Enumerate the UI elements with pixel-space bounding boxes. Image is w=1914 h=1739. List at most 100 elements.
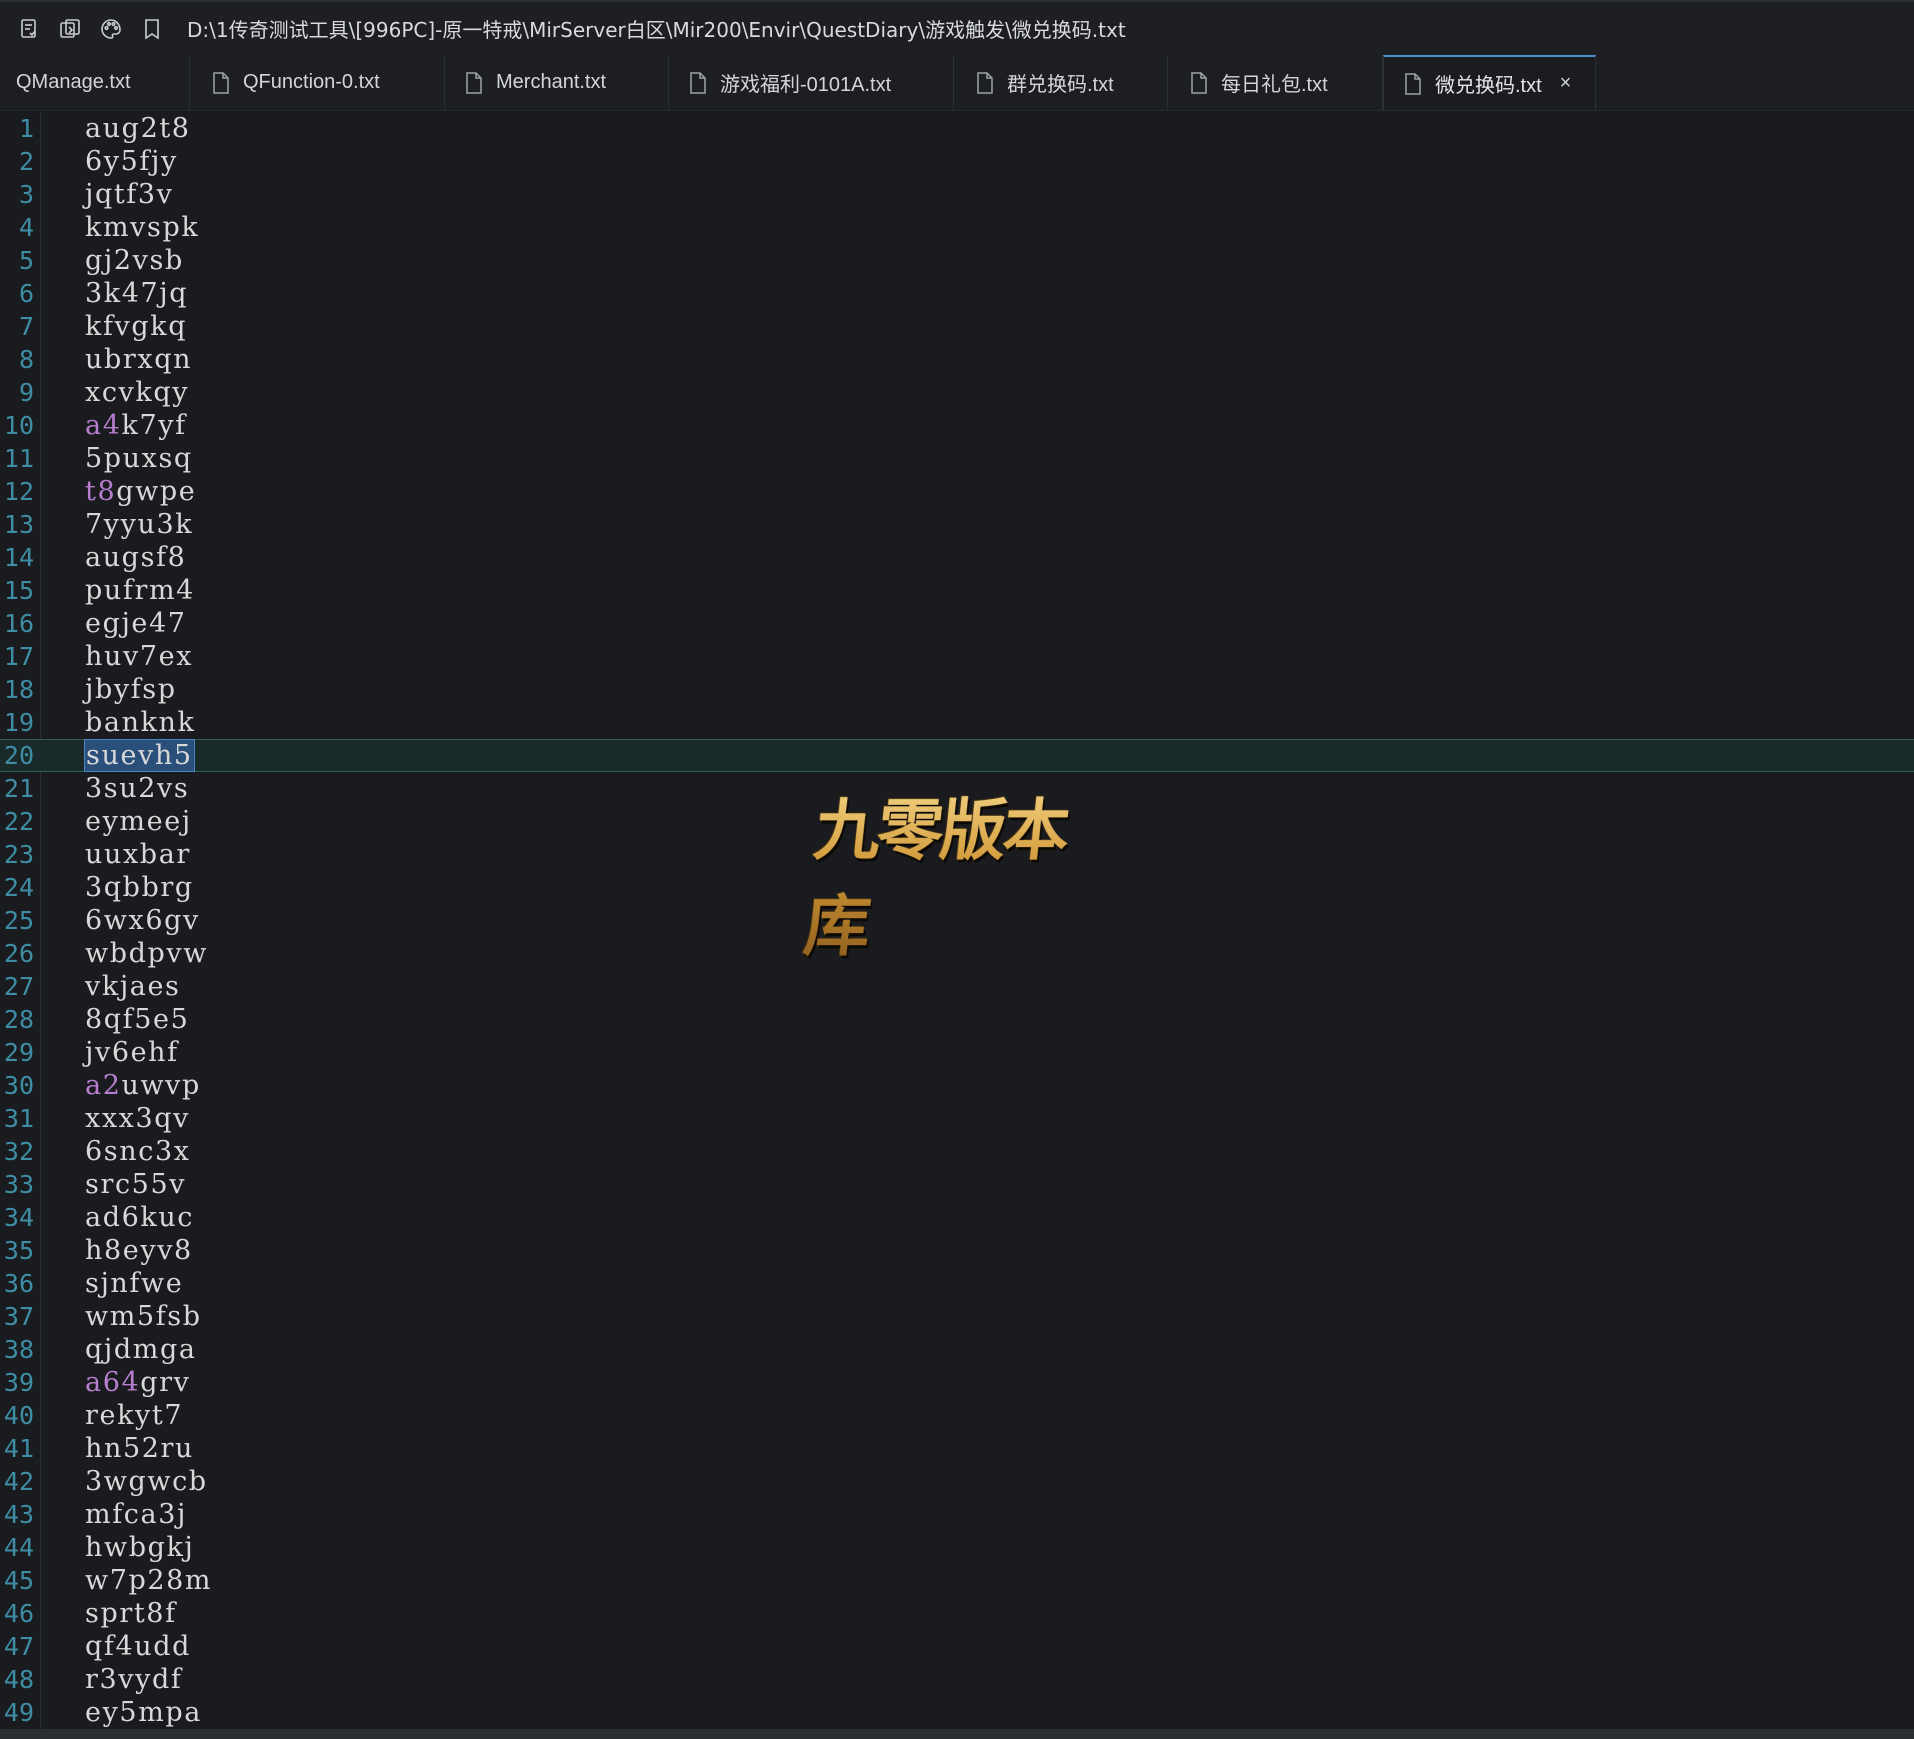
line-text[interactable]: 5puxsq xyxy=(85,443,193,474)
line-text[interactable]: 3k47jq xyxy=(85,278,188,309)
line-text[interactable]: gj2vsb xyxy=(85,245,184,276)
line-text[interactable]: huv7ex xyxy=(85,641,193,672)
line-text[interactable]: egje47 xyxy=(85,608,187,639)
editor-line[interactable]: 48 r3vydf xyxy=(0,1663,1914,1696)
save-all-icon[interactable] xyxy=(16,16,42,42)
line-text[interactable]: hwbgkj xyxy=(85,1532,194,1563)
editor-line[interactable]: 41 hn52ru xyxy=(0,1432,1914,1465)
line-text[interactable]: ey5mpa xyxy=(85,1697,202,1728)
editor-line[interactable]: 2 6y5fjy xyxy=(0,145,1914,178)
line-text[interactable]: jbyfsp xyxy=(85,674,177,705)
line-text[interactable]: aug2t8 xyxy=(85,113,191,144)
line-text[interactable]: vkjaes xyxy=(85,971,181,1002)
editor-line[interactable]: 3 jqtf3v xyxy=(0,178,1914,211)
tab-qmanage[interactable]: QManage.txt xyxy=(0,55,190,110)
editor-line[interactable]: 47 qf4udd xyxy=(0,1630,1914,1663)
line-text[interactable]: suevh5 xyxy=(84,739,195,772)
line-text[interactable]: sprt8f xyxy=(85,1598,177,1629)
line-text[interactable]: mfca3j xyxy=(85,1499,187,1530)
line-text[interactable]: a2uwvp xyxy=(85,1070,201,1101)
editor-line[interactable]: 17 huv7ex xyxy=(0,640,1914,673)
line-text[interactable]: 6snc3x xyxy=(85,1136,191,1167)
editor-line[interactable]: 8 ubrxqn xyxy=(0,343,1914,376)
editor-line[interactable]: 16 egje47 xyxy=(0,607,1914,640)
line-text[interactable]: kfvgkq xyxy=(85,311,187,342)
line-text[interactable]: wbdpvw xyxy=(85,938,208,969)
palette-icon[interactable] xyxy=(98,16,124,42)
tab-merchant[interactable]: Merchant.txt xyxy=(445,55,669,110)
line-text[interactable]: xxx3qv xyxy=(85,1103,190,1134)
line-text[interactable]: w7p28m xyxy=(85,1565,212,1596)
tab-game-welfare[interactable]: 游戏福利-0101A.txt xyxy=(669,55,954,110)
bookmark-icon[interactable] xyxy=(139,16,165,42)
editor-line[interactable]: 39 a64grv xyxy=(0,1366,1914,1399)
tab-daily-gift[interactable]: 每日礼包.txt xyxy=(1168,55,1383,110)
editor-line[interactable]: 37 wm5fsb xyxy=(0,1300,1914,1333)
editor-line[interactable]: 27 vkjaes xyxy=(0,970,1914,1003)
line-text[interactable]: 8qf5e5 xyxy=(85,1004,189,1035)
editor-line[interactable]: 32 6snc3x xyxy=(0,1135,1914,1168)
line-text[interactable]: h8eyv8 xyxy=(85,1235,193,1266)
editor-line[interactable]: 49 ey5mpa xyxy=(0,1696,1914,1729)
current-line[interactable]: 20 suevh5 xyxy=(0,739,1914,772)
editor-line[interactable]: 5 gj2vsb xyxy=(0,244,1914,277)
editor-line[interactable]: 11 5puxsq xyxy=(0,442,1914,475)
line-text[interactable]: 3wgwcb xyxy=(85,1466,208,1497)
line-text[interactable]: wm5fsb xyxy=(85,1301,202,1332)
tab-qfunction[interactable]: QFunction-0.txt xyxy=(190,55,445,110)
line-text[interactable]: kmvspk xyxy=(85,212,199,243)
line-text[interactable]: sjnfwe xyxy=(85,1268,183,1299)
line-text[interactable]: t8gwpe xyxy=(85,476,196,507)
line-text[interactable]: pufrm4 xyxy=(85,575,195,606)
line-text[interactable]: src55v xyxy=(85,1169,186,1200)
line-text[interactable]: a64grv xyxy=(85,1367,191,1398)
line-text[interactable]: ad6kuc xyxy=(85,1202,194,1233)
editor-line[interactable]: 35 h8eyv8 xyxy=(0,1234,1914,1267)
line-text[interactable]: rekyt7 xyxy=(85,1400,183,1431)
line-text[interactable]: ubrxqn xyxy=(85,344,192,375)
line-text[interactable]: hn52ru xyxy=(85,1433,194,1464)
compare-icon[interactable] xyxy=(57,16,83,42)
line-text[interactable]: qf4udd xyxy=(85,1631,191,1662)
line-text[interactable]: xcvkqy xyxy=(85,377,189,408)
editor-line[interactable]: 43 mfca3j xyxy=(0,1498,1914,1531)
line-text[interactable]: jv6ehf xyxy=(85,1037,179,1068)
editor-line[interactable]: 42 3wgwcb xyxy=(0,1465,1914,1498)
editor-line[interactable]: 36 sjnfwe xyxy=(0,1267,1914,1300)
editor-line[interactable]: 29 jv6ehf xyxy=(0,1036,1914,1069)
close-tab-icon[interactable]: × xyxy=(1560,72,1572,95)
editor-line[interactable]: 28 8qf5e5 xyxy=(0,1003,1914,1036)
editor-line[interactable]: 6 3k47jq xyxy=(0,277,1914,310)
editor-line[interactable]: 15 pufrm4 xyxy=(0,574,1914,607)
line-text[interactable]: qjdmga xyxy=(85,1334,197,1365)
editor-line[interactable]: 33 src55v xyxy=(0,1168,1914,1201)
editor-line[interactable]: 31 xxx3qv xyxy=(0,1102,1914,1135)
editor-line[interactable]: 10 a4k7yf xyxy=(0,409,1914,442)
line-text[interactable]: augsf8 xyxy=(85,542,186,573)
line-text[interactable]: 3su2vs xyxy=(85,773,189,804)
editor-line[interactable]: 7 kfvgkq xyxy=(0,310,1914,343)
line-text[interactable]: r3vydf xyxy=(85,1664,182,1695)
line-text[interactable]: eymeej xyxy=(85,806,192,837)
editor-line[interactable]: 40 rekyt7 xyxy=(0,1399,1914,1432)
editor-line[interactable]: 45 w7p28m xyxy=(0,1564,1914,1597)
editor-line[interactable]: 18 jbyfsp xyxy=(0,673,1914,706)
editor-line[interactable]: 12 t8gwpe xyxy=(0,475,1914,508)
line-text[interactable]: a4k7yf xyxy=(85,410,187,441)
editor-line[interactable]: 34 ad6kuc xyxy=(0,1201,1914,1234)
editor-line[interactable]: 1 aug2t8 xyxy=(0,112,1914,145)
line-text[interactable]: 3qbbrg xyxy=(85,872,194,903)
editor-line[interactable]: 44 hwbgkj xyxy=(0,1531,1914,1564)
line-text[interactable]: banknk xyxy=(85,707,195,738)
editor-line[interactable]: 9 xcvkqy xyxy=(0,376,1914,409)
editor-line[interactable]: 4 kmvspk xyxy=(0,211,1914,244)
tab-group-code[interactable]: 群兑换码.txt xyxy=(954,55,1168,110)
editor-line[interactable]: 46 sprt8f xyxy=(0,1597,1914,1630)
editor-line[interactable]: 19 banknk xyxy=(0,706,1914,739)
tab-wechat-code[interactable]: 微兑换码.txt × xyxy=(1383,55,1596,110)
line-text[interactable]: 6wx6gv xyxy=(85,905,200,936)
editor-line[interactable]: 38 qjdmga xyxy=(0,1333,1914,1366)
editor-line[interactable]: 30 a2uwvp xyxy=(0,1069,1914,1102)
line-text[interactable]: jqtf3v xyxy=(85,179,174,210)
editor-line[interactable]: 13 7yyu3k xyxy=(0,508,1914,541)
